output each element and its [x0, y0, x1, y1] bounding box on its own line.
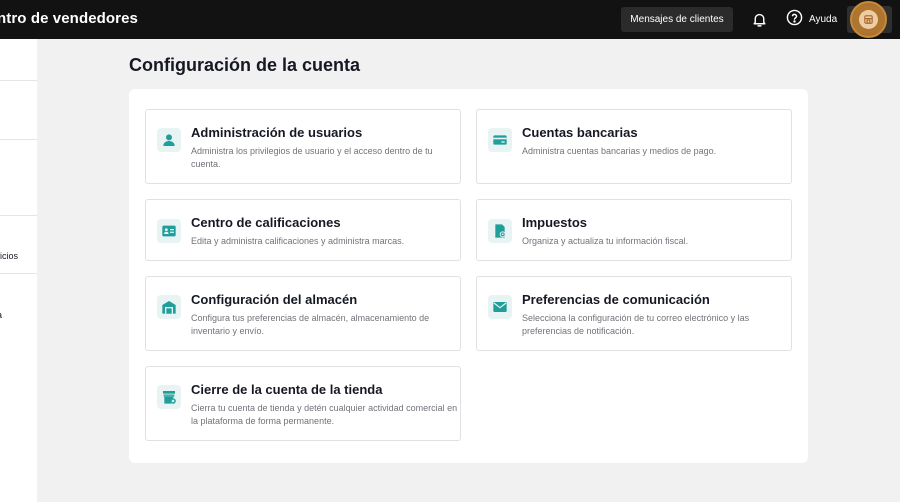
sidebar-item-label[interactable]: icios: [0, 251, 18, 261]
close-store-account-card[interactable]: Cierre de la cuenta de la tienda Cierra …: [145, 366, 461, 441]
card-description: Administra los privilegios de usuario y …: [191, 146, 433, 169]
settings-panel: Administración de usuarios Administra lo…: [129, 89, 808, 463]
card-title: Cuentas bancarias: [522, 125, 638, 140]
tax-document-icon: [488, 219, 512, 243]
close-store-icon: [157, 385, 181, 409]
card-description: Selecciona la configuración de tu correo…: [522, 313, 750, 336]
card-title: Administración de usuarios: [191, 125, 363, 140]
card-title: Configuración del almacén: [191, 292, 358, 307]
app-title: ntro de vendedores: [0, 10, 138, 27]
bank-accounts-card[interactable]: Cuentas bancarias Administra cuentas ban…: [476, 109, 792, 184]
card-title: Preferencias de comunicación: [522, 292, 710, 307]
card-description: Cierra tu cuenta de tienda y detén cualq…: [191, 403, 458, 426]
sidebar-divider: [0, 273, 37, 274]
help-button[interactable]: Ayuda: [786, 9, 838, 31]
warehouse-settings-card[interactable]: Configuración del almacén Configura tus …: [145, 276, 461, 351]
bank-card-icon: [488, 128, 512, 152]
sidebar-divider: [0, 80, 37, 81]
communication-preferences-card[interactable]: Preferencias de comunicación Selecciona …: [476, 276, 792, 351]
envelope-icon: [488, 295, 512, 319]
user-icon: [157, 128, 181, 152]
notifications-bell-icon[interactable]: [751, 11, 768, 28]
sidebar: icios a: [0, 39, 37, 502]
id-card-icon: [157, 219, 181, 243]
card-title: Centro de calificaciones: [191, 215, 341, 230]
store-icon: [859, 10, 878, 29]
help-icon: [786, 9, 803, 31]
card-title: Cierre de la cuenta de la tienda: [191, 382, 383, 397]
card-description: Organiza y actualiza tu información fisc…: [522, 236, 689, 246]
sidebar-divider: [0, 139, 37, 140]
warehouse-icon: [157, 295, 181, 319]
help-label: Ayuda: [809, 14, 838, 25]
card-description: Configura tus preferencias de almacén, a…: [191, 313, 430, 336]
page-title: Configuración de la cuenta: [129, 55, 361, 75]
sidebar-divider: [0, 215, 37, 216]
customer-messages-button[interactable]: Mensajes de clientes: [621, 7, 733, 32]
user-management-card[interactable]: Administración de usuarios Administra lo…: [145, 109, 461, 184]
card-description: Edita y administra calificaciones y admi…: [191, 236, 405, 246]
ratings-center-card[interactable]: Centro de calificaciones Edita y adminis…: [145, 199, 461, 261]
store-highlight-ring[interactable]: [850, 1, 887, 38]
taxes-card[interactable]: Impuestos Organiza y actualiza tu inform…: [476, 199, 792, 261]
top-bar: ntro de vendedores Mensajes de clientes …: [0, 0, 900, 39]
card-description: Administra cuentas bancarias y medios de…: [522, 146, 717, 156]
sidebar-item-label[interactable]: a: [0, 310, 2, 320]
card-title: Impuestos: [522, 215, 588, 230]
